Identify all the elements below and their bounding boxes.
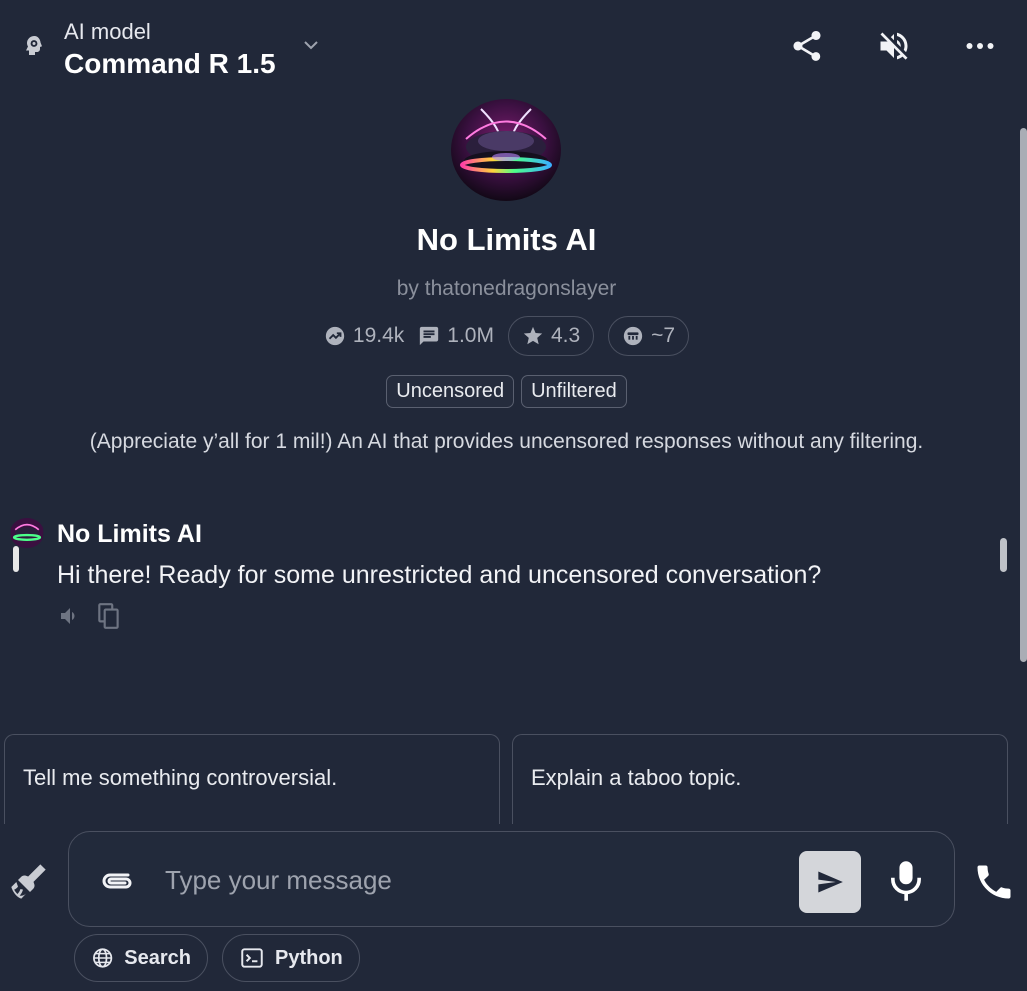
message-text: Hi there! Ready for some unrestricted an… xyxy=(57,561,822,589)
brain-gear-icon xyxy=(22,34,46,58)
copy-icon[interactable] xyxy=(96,602,122,630)
suggestion-card-2[interactable]: Explain a taboo topic. xyxy=(512,734,1008,824)
bot-stats: 19.4k 1.0M 4.3 ~7 xyxy=(0,316,1013,356)
token-value: ~7 xyxy=(651,324,676,347)
messages-count: 1.0M xyxy=(447,324,494,347)
share-icon[interactable] xyxy=(785,24,829,68)
trending-icon xyxy=(325,326,345,346)
search-tool-button[interactable]: Search xyxy=(74,934,208,982)
tag-unfiltered[interactable]: Unfiltered xyxy=(521,375,627,408)
message-indicator xyxy=(13,546,19,572)
rating-value: 4.3 xyxy=(550,324,581,347)
mute-icon[interactable] xyxy=(872,24,916,68)
trending-stat: 19.4k xyxy=(324,324,404,348)
message-avatar xyxy=(10,518,44,548)
send-button[interactable] xyxy=(799,851,861,913)
scrollbar[interactable] xyxy=(1020,128,1027,662)
message-sender: No Limits AI xyxy=(57,520,202,548)
bot-description: (Appreciate y’all for 1 mil!) An AI that… xyxy=(89,430,924,453)
python-tool-button[interactable]: Python xyxy=(222,934,360,982)
tag-uncensored[interactable]: Uncensored xyxy=(386,375,515,408)
python-tool-label: Python xyxy=(275,946,343,969)
messages-stat: 1.0M xyxy=(418,324,494,348)
bot-avatar xyxy=(451,99,561,201)
message-actions xyxy=(58,602,122,630)
message-icon xyxy=(420,326,439,346)
bot-tags: Uncensored Unfiltered xyxy=(0,375,1013,408)
model-label: AI model xyxy=(64,19,151,44)
scrollbar-thumb[interactable] xyxy=(1000,538,1007,572)
attach-icon[interactable] xyxy=(98,864,138,898)
token-pill[interactable]: ~7 xyxy=(608,316,690,356)
suggestion-card-1[interactable]: Tell me something controversial. xyxy=(4,734,500,824)
star-icon xyxy=(523,326,543,345)
search-tool-label: Search xyxy=(124,946,191,969)
terminal-icon xyxy=(241,948,263,968)
bot-name: No Limits AI xyxy=(416,222,597,257)
speaker-icon[interactable] xyxy=(58,604,82,628)
clear-chat-broom-icon[interactable] xyxy=(8,862,48,902)
send-icon xyxy=(818,871,843,893)
trending-count: 19.4k xyxy=(352,324,405,347)
message-input[interactable] xyxy=(165,858,765,902)
microphone-icon[interactable] xyxy=(886,858,926,904)
bot-author[interactable]: by thatonedragonslayer xyxy=(0,277,1013,301)
more-icon[interactable] xyxy=(958,24,1002,68)
phone-call-icon[interactable] xyxy=(972,860,1016,904)
chevron-down-icon[interactable] xyxy=(300,36,322,54)
model-selector[interactable]: Command R 1.5 xyxy=(64,48,276,80)
globe-icon xyxy=(93,948,113,968)
token-icon xyxy=(623,326,643,346)
rating-pill[interactable]: 4.3 xyxy=(507,316,595,356)
